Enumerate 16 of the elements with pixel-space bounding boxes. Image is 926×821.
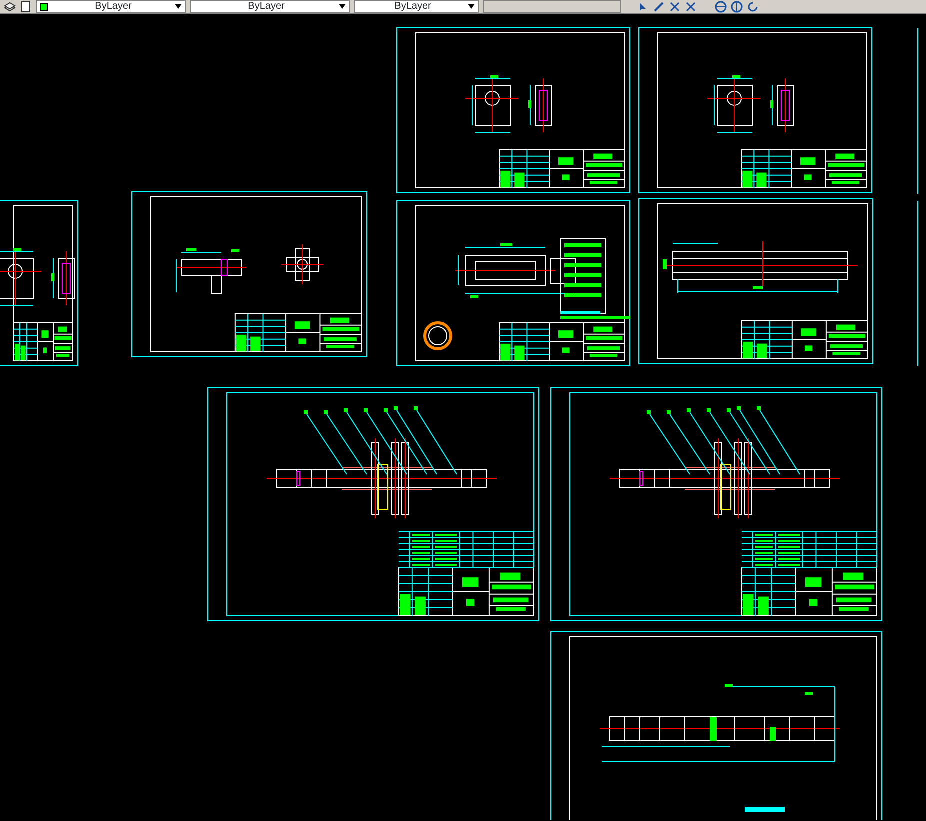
dropdown-value: ByLayer — [94, 0, 133, 12]
pointer-icon[interactable] — [637, 0, 649, 12]
layer-dropdown[interactable]: ByLayer — [36, 0, 186, 13]
plot-style-dropdown[interactable] — [483, 0, 621, 13]
caret-icon — [175, 4, 182, 9]
layer-stack-icon[interactable] — [4, 0, 16, 12]
layer-dropdown[interactable]: ByLayer — [354, 0, 479, 13]
cross-icon[interactable] — [685, 0, 697, 12]
document-icon[interactable] — [20, 0, 32, 12]
cross-icon[interactable] — [669, 0, 681, 12]
dropdown-value: ByLayer — [247, 0, 286, 12]
refresh-icon[interactable] — [747, 0, 759, 12]
caret-icon — [339, 4, 346, 9]
layer-dropdown[interactable]: ByLayer — [190, 0, 350, 13]
dropdown-value: ByLayer — [394, 0, 432, 12]
caret-icon — [468, 4, 475, 9]
